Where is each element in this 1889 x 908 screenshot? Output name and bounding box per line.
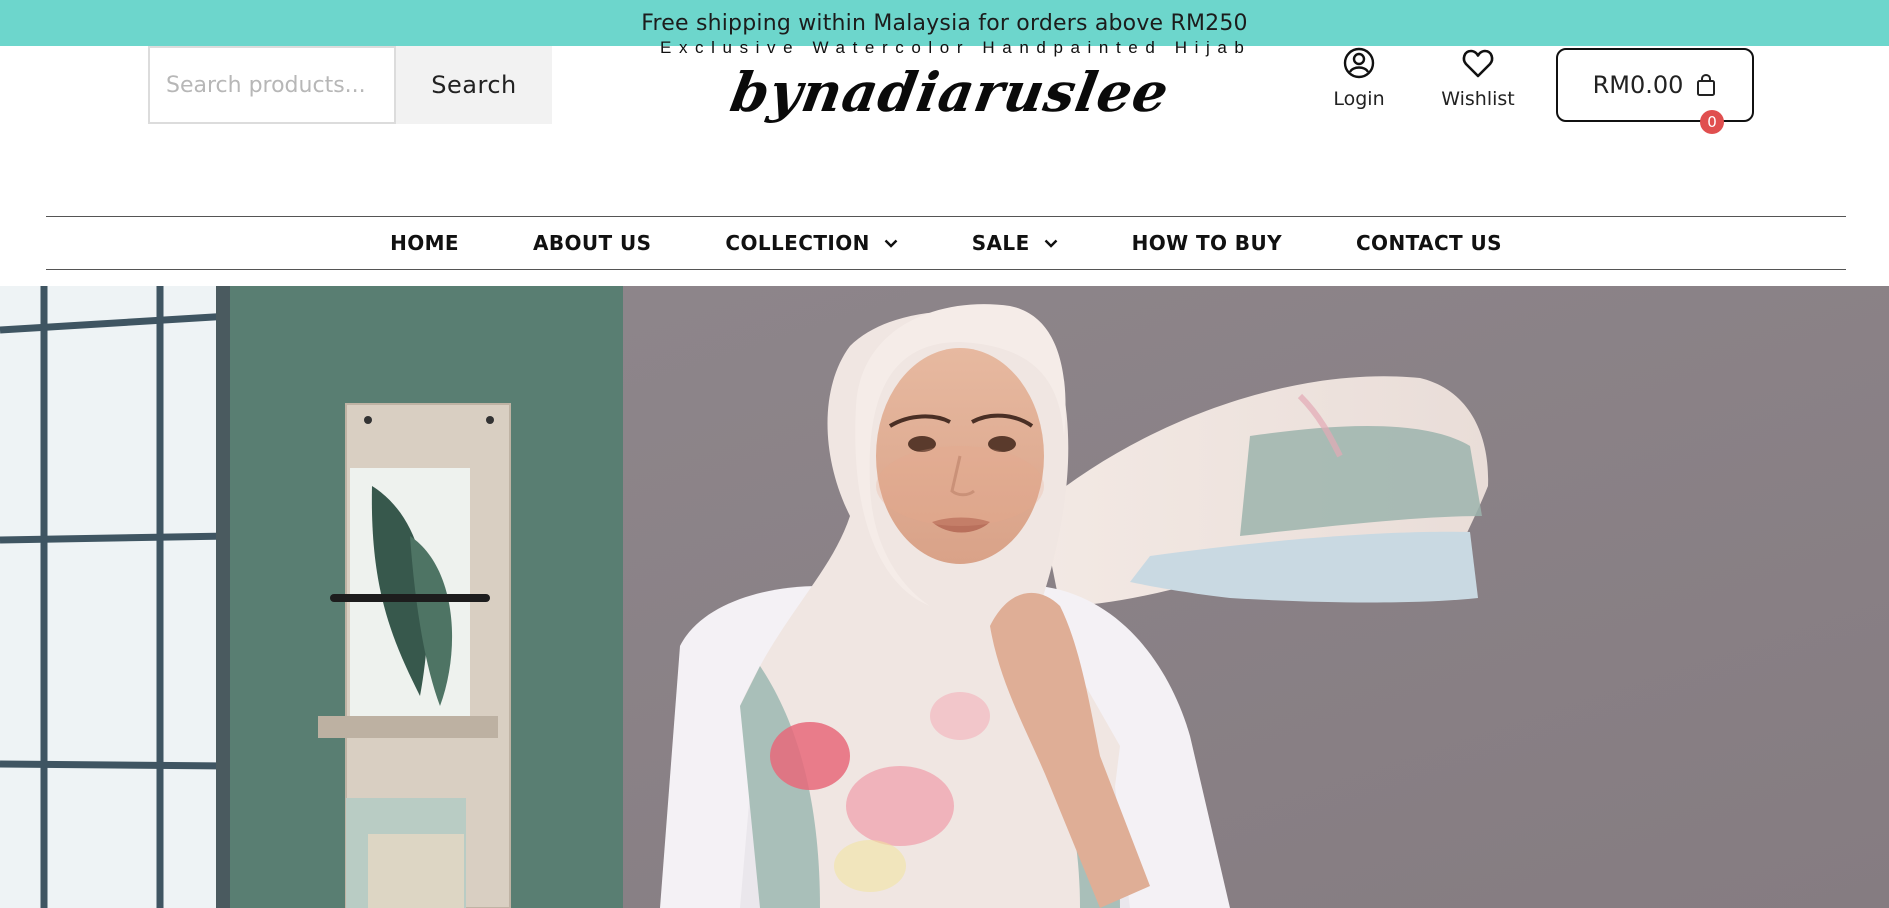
nav-item-how-to-buy[interactable]: HOW TO BUY [1132, 231, 1282, 255]
shopping-bag-icon [1695, 73, 1717, 97]
wishlist-label: Wishlist [1441, 88, 1515, 110]
heart-icon [1461, 46, 1495, 80]
nav-item-about-us[interactable]: ABOUT US [533, 231, 651, 255]
chevron-down-icon [1044, 239, 1057, 248]
user-circle-icon [1342, 46, 1376, 80]
nav-item-contact-us[interactable]: CONTACT US [1356, 231, 1502, 255]
search-input[interactable] [148, 46, 396, 124]
site-logo[interactable]: Exclusive Watercolor Handpainted Hijab b… [660, 38, 1252, 148]
wishlist-link[interactable]: Wishlist [1433, 46, 1523, 124]
search-form: Search [148, 46, 552, 124]
main-navigation: HOME ABOUT US COLLECTION SALE HOW TO BUY… [46, 216, 1846, 270]
nav-item-label: HOME [390, 231, 459, 255]
logo-wordmark: bynadiaruslee [725, 60, 1175, 124]
hero-banner[interactable] [0, 286, 1889, 908]
nav-item-label: CONTACT US [1355, 231, 1502, 255]
hero-image [0, 286, 1889, 908]
cart-count-badge: 0 [1700, 110, 1724, 134]
nav-item-collection[interactable]: COLLECTION [725, 231, 898, 255]
cart-total: RM0.00 [1592, 71, 1684, 99]
chevron-down-icon [884, 239, 898, 248]
nav-item-sale[interactable]: SALE [972, 231, 1058, 255]
login-link[interactable]: Login [1314, 46, 1404, 124]
announcement-text: Free shipping within Malaysia for orders… [641, 10, 1248, 36]
login-label: Login [1333, 88, 1385, 110]
nav-item-label: COLLECTION [725, 231, 870, 255]
nav-item-home[interactable]: HOME [390, 231, 459, 255]
search-button[interactable]: Search [396, 46, 552, 124]
nav-item-label: ABOUT US [532, 231, 652, 255]
nav-item-label: SALE [971, 231, 1030, 255]
nav-item-label: HOW TO BUY [1131, 231, 1282, 255]
cart-button[interactable]: RM0.00 [1556, 48, 1754, 122]
logo-tagline: Exclusive Watercolor Handpainted Hijab [660, 38, 1252, 57]
